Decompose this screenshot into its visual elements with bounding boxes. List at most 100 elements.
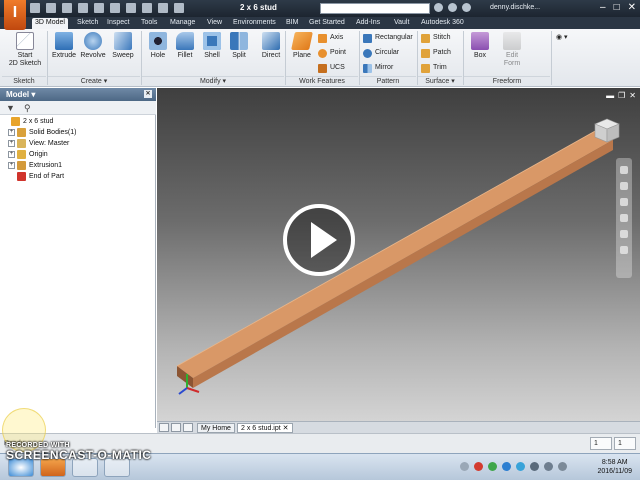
tree-node[interactable]: + Solid Bodies(1) <box>2 127 154 138</box>
close-view-icon[interactable]: ✕ <box>629 91 636 100</box>
tree-node[interactable]: End of Part <box>2 171 154 182</box>
tree-node[interactable]: + Extrusion1 <box>2 160 154 171</box>
tray-sync-icon[interactable] <box>488 462 497 471</box>
surface-panel-label[interactable]: Surface ▾ <box>418 76 462 86</box>
pan-icon[interactable] <box>620 182 628 190</box>
tray-skype-icon[interactable] <box>516 462 525 471</box>
new-icon[interactable] <box>30 3 40 13</box>
axis-button[interactable]: Axis <box>318 32 343 44</box>
maximize-icon[interactable]: □ <box>614 2 620 14</box>
tab-sketch[interactable]: Sketch <box>74 18 101 29</box>
point-button[interactable]: Point <box>318 47 346 59</box>
tab-close-icon[interactable]: ✕ <box>283 425 289 432</box>
minimize-view-icon[interactable]: ▬ <box>606 91 614 100</box>
minimize-icon[interactable]: – <box>600 2 606 14</box>
tile-vertical-icon[interactable] <box>171 423 181 432</box>
tab-my-home[interactable]: My Home <box>197 423 235 433</box>
create-panel-label[interactable]: Create ▾ <box>48 76 140 86</box>
tab-bim[interactable]: BIM <box>283 18 301 29</box>
sketch-panel-label[interactable]: Sketch <box>2 76 46 86</box>
tab-3d-model[interactable]: 3D Model <box>32 18 68 29</box>
user-account[interactable]: denny.dischke... <box>490 4 540 11</box>
find-icon[interactable]: ⚲ <box>24 103 31 114</box>
trim-button[interactable]: Trim <box>421 62 447 74</box>
save-icon[interactable] <box>62 3 72 13</box>
expand-icon[interactable]: + <box>8 151 15 158</box>
tree-node[interactable]: 2 x 6 stud <box>2 116 154 127</box>
tab-tools[interactable]: Tools <box>138 18 160 29</box>
start-2d-sketch-button[interactable]: Start 2D Sketch <box>8 31 42 75</box>
home-icon[interactable] <box>110 3 120 13</box>
tab-view[interactable]: View <box>204 18 225 29</box>
nav-customize-icon[interactable] <box>620 246 628 254</box>
edit-form-button[interactable]: Edit Form <box>497 31 527 75</box>
circular-pattern-button[interactable]: Circular <box>363 47 399 59</box>
tab-inspect[interactable]: Inspect <box>104 18 133 29</box>
tree-node[interactable]: + View: Master <box>2 138 154 149</box>
tab-autodesk-360[interactable]: Autodesk 360 <box>418 18 467 29</box>
close-icon[interactable]: ✕ <box>628 2 636 14</box>
tab-manage[interactable]: Manage <box>167 18 198 29</box>
patch-button[interactable]: Patch <box>421 47 451 59</box>
taskbar-clock[interactable]: 8:58 AM 2016/11/09 <box>597 458 632 476</box>
freeform-panel-label[interactable]: Freeform <box>464 76 550 86</box>
expand-icon[interactable]: + <box>8 162 15 169</box>
expand-icon[interactable]: + <box>8 140 15 147</box>
expand-icon[interactable]: + <box>8 129 15 136</box>
modify-panel-label[interactable]: Modify ▾ <box>142 76 284 86</box>
tray-power-icon[interactable] <box>558 462 567 471</box>
direct-button[interactable]: Direct <box>256 31 286 75</box>
split-button[interactable]: Split <box>224 31 254 75</box>
tray-volume-icon[interactable] <box>544 462 553 471</box>
tray-chrome-icon[interactable] <box>474 462 483 471</box>
steering-wheel-icon[interactable] <box>620 166 628 174</box>
orbit-icon[interactable] <box>620 214 628 222</box>
return-icon[interactable] <box>126 3 136 13</box>
subscription-icon[interactable] <box>448 3 457 12</box>
rectangular-pattern-button[interactable]: Rectangular <box>363 32 413 44</box>
ucs-button[interactable]: UCS <box>318 62 345 74</box>
browser-title[interactable]: Model ▾ <box>6 90 35 99</box>
tile-horizontal-icon[interactable] <box>159 423 169 432</box>
star-icon[interactable] <box>462 3 471 12</box>
arrange-icon[interactable] <box>183 423 193 432</box>
restore-view-icon[interactable]: ❐ <box>618 91 625 100</box>
tab-environments[interactable]: Environments <box>230 18 279 29</box>
redo-icon[interactable] <box>94 3 104 13</box>
play-video-icon[interactable] <box>283 204 355 276</box>
viewcube[interactable] <box>591 116 621 144</box>
tab-get-started[interactable]: Get Started <box>306 18 348 29</box>
filter-icon[interactable]: ▼ <box>6 103 15 113</box>
sweep-button[interactable]: Sweep <box>108 31 138 75</box>
ribbon-options-button[interactable]: ◉ ▾ <box>556 32 568 44</box>
tab-vault[interactable]: Vault <box>391 18 412 29</box>
pattern-panel-label[interactable]: Pattern <box>360 76 416 86</box>
shell-button[interactable]: Shell <box>197 31 227 75</box>
stitch-button[interactable]: Stitch <box>421 32 451 44</box>
tab-stud-document[interactable]: 2 x 6 stud.ipt ✕ <box>237 423 293 433</box>
revolve-button[interactable]: Revolve <box>78 31 108 75</box>
help-search-input[interactable] <box>320 3 430 14</box>
tray-arrow-icon[interactable] <box>460 462 469 471</box>
mirror-button[interactable]: Mirror <box>363 62 393 74</box>
tray-flag-icon[interactable] <box>530 462 539 471</box>
tree-node[interactable]: + Origin <box>2 149 154 160</box>
extrude-button[interactable]: Extrude <box>49 31 79 75</box>
open-icon[interactable] <box>46 3 56 13</box>
appearance-icon[interactable] <box>174 3 184 13</box>
look-at-icon[interactable] <box>620 230 628 238</box>
tray-network-icon[interactable] <box>502 462 511 471</box>
freeform-box-button[interactable]: Box <box>465 31 495 75</box>
plane-button[interactable]: Plane <box>287 31 317 75</box>
binoculars-icon[interactable] <box>434 3 443 12</box>
browser-close-icon[interactable]: ✕ <box>144 90 152 98</box>
material-icon[interactable] <box>158 3 168 13</box>
application-menu-button[interactable]: I <box>4 0 26 30</box>
zoom-icon[interactable] <box>620 198 628 206</box>
fillet-button[interactable]: Fillet <box>170 31 200 75</box>
select-icon[interactable] <box>142 3 152 13</box>
work-features-panel-label[interactable]: Work Features <box>286 76 358 86</box>
tab-add-ins[interactable]: Add-Ins <box>353 18 383 29</box>
graphics-viewport[interactable]: ▬ ❐ ✕ <box>157 88 640 421</box>
undo-icon[interactable] <box>78 3 88 13</box>
